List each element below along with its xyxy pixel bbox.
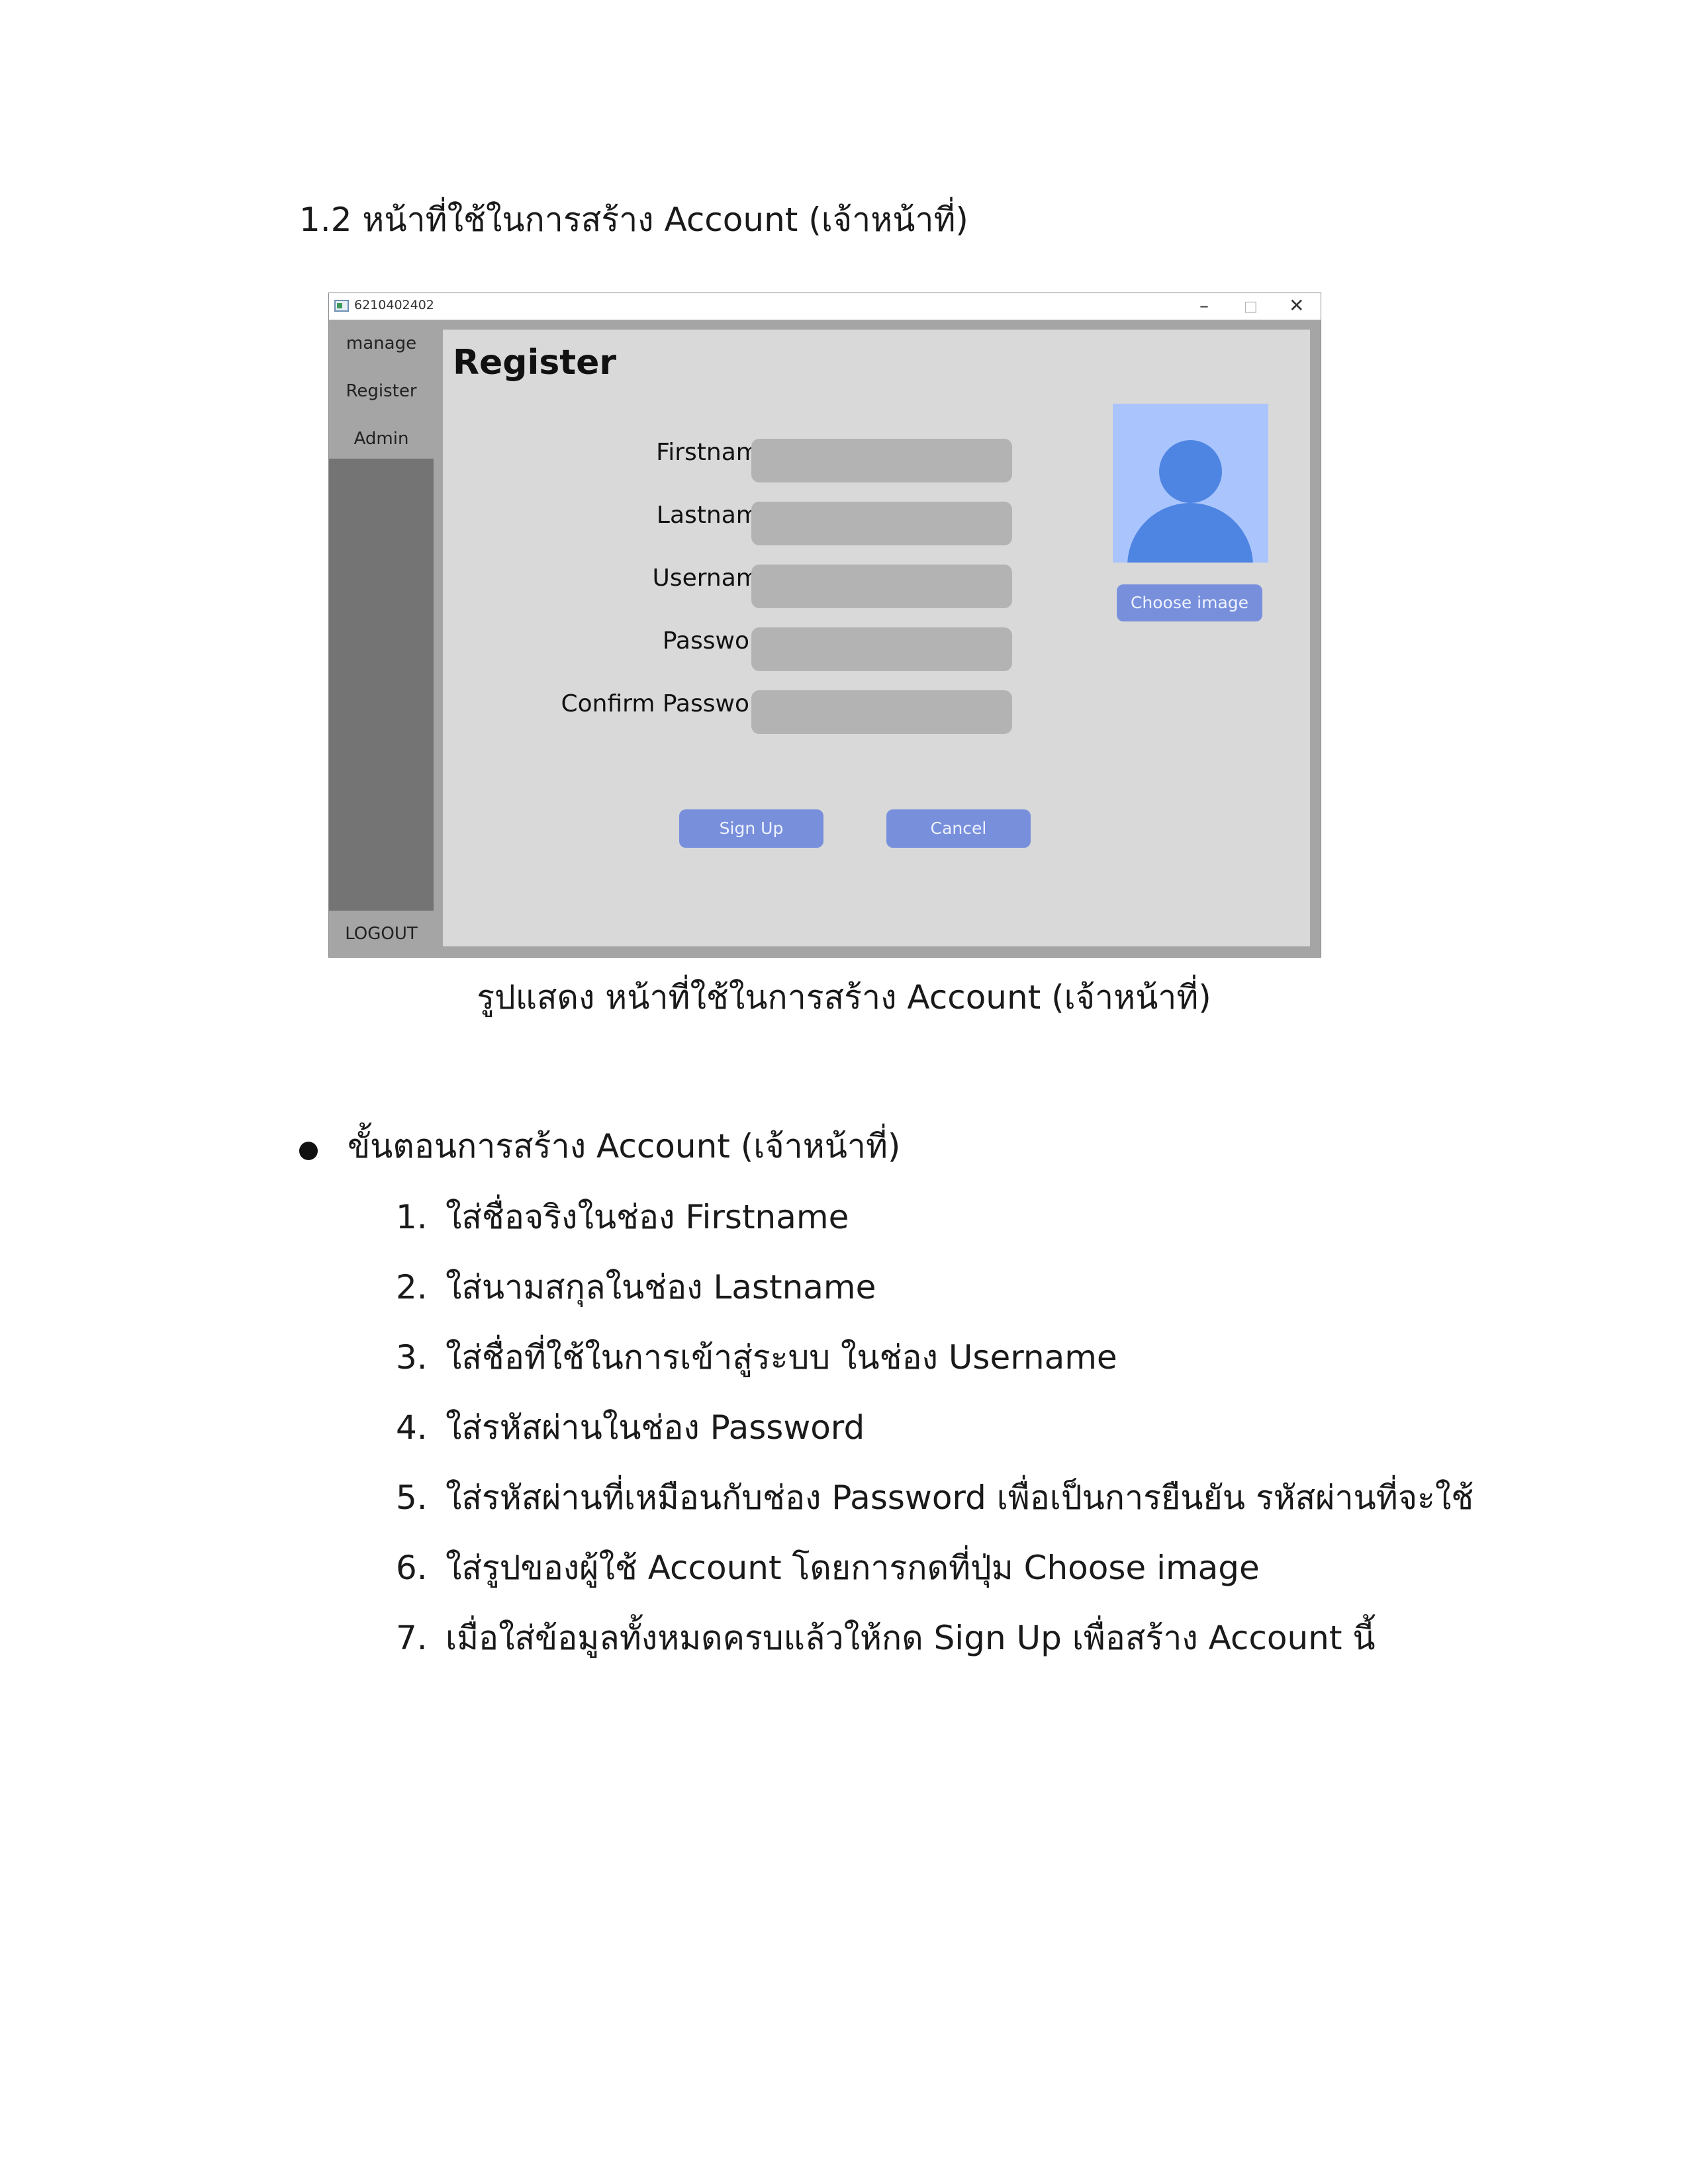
confirm-password-field[interactable] bbox=[751, 690, 1012, 734]
firstname-label: Firstname bbox=[656, 439, 774, 466]
avatar-body bbox=[1127, 503, 1253, 563]
password-label: Password bbox=[662, 627, 774, 655]
firstname-field[interactable] bbox=[751, 439, 1012, 482]
maximize-icon[interactable]: □ bbox=[1244, 297, 1258, 317]
step-number: 6. bbox=[396, 1549, 428, 1587]
step-item: 2. ใส่นามสกุลในช่อง Lastname bbox=[396, 1266, 876, 1309]
minimize-icon[interactable]: – bbox=[1199, 296, 1209, 316]
step-text: ใส่รหัสผ่านในช่อง Password bbox=[445, 1408, 865, 1447]
avatar-placeholder-icon bbox=[1113, 404, 1268, 563]
app-icon bbox=[334, 300, 349, 312]
step-text: เมื่อใส่ข้อมูลทั้งหมดครบแล้วให้กด Sign U… bbox=[445, 1619, 1376, 1657]
step-item: 4. ใส่รหัสผ่านในช่อง Password bbox=[396, 1406, 865, 1449]
window-title: 6210402402 bbox=[354, 298, 434, 312]
sidebar-item-manage[interactable]: manage bbox=[329, 320, 434, 367]
lastname-field[interactable] bbox=[751, 502, 1012, 545]
username-field[interactable] bbox=[751, 565, 1012, 608]
sidebar-nav: manage Register Admin bbox=[329, 320, 434, 459]
window-titlebar: 6210402402 – □ ✕ bbox=[329, 293, 1321, 320]
step-text: ใส่นามสกุลในช่อง Lastname bbox=[445, 1268, 876, 1306]
logout-button[interactable]: LOGOUT bbox=[329, 911, 434, 957]
sidebar: manage Register Admin LOGOUT bbox=[329, 320, 434, 957]
close-icon[interactable]: ✕ bbox=[1289, 296, 1304, 316]
register-title: Register bbox=[453, 343, 617, 383]
step-text: ใส่รูปของผู้ใช้ Account โดยการกดที่ปุ่ม … bbox=[445, 1549, 1260, 1587]
step-number: 3. bbox=[396, 1338, 428, 1377]
app-window-screenshot: 6210402402 – □ ✕ manage Register Admin L… bbox=[328, 293, 1321, 958]
figure-caption: รูปแสดง หน้าที่ใช้ในการสร้าง Account (เจ… bbox=[477, 978, 1211, 1017]
username-label: Username bbox=[652, 565, 774, 592]
sign-up-button[interactable]: Sign Up bbox=[679, 809, 823, 848]
step-number: 7. bbox=[396, 1619, 428, 1657]
step-number: 5. bbox=[396, 1479, 428, 1517]
section-heading: 1.2 หน้าที่ใช้ในการสร้าง Account (เจ้าหน… bbox=[299, 201, 968, 239]
step-item: 1. ใส่ชื่อจริงในช่อง Firstname bbox=[396, 1196, 849, 1239]
sidebar-item-admin[interactable]: Admin bbox=[329, 415, 434, 463]
steps-title: ขั้นตอนการสร้าง Account (เจ้าหน้าที่) bbox=[348, 1127, 901, 1165]
avatar-head bbox=[1159, 440, 1222, 503]
password-field[interactable] bbox=[751, 627, 1012, 671]
register-panel: Register Firstname Lastname Username Pas… bbox=[443, 330, 1310, 946]
step-text: ใส่ชื่อจริงในช่อง Firstname bbox=[445, 1198, 849, 1236]
step-item: 7. เมื่อใส่ข้อมูลทั้งหมดครบแล้วให้กด Sign… bbox=[396, 1617, 1376, 1660]
cancel-button[interactable]: Cancel bbox=[886, 809, 1031, 848]
step-number: 4. bbox=[396, 1408, 428, 1447]
choose-image-button[interactable]: Choose image bbox=[1117, 584, 1262, 621]
step-number: 1. bbox=[396, 1198, 428, 1236]
step-text: ใส่รหัสผ่านที่เหมือนกับช่อง Password เพื… bbox=[445, 1479, 1474, 1517]
step-number: 2. bbox=[396, 1268, 428, 1306]
bullet-icon bbox=[299, 1142, 318, 1160]
step-item: 6. ใส่รูปของผู้ใช้ Account โดยการกดที่ปุ่… bbox=[396, 1547, 1260, 1590]
lastname-label: Lastname bbox=[656, 502, 774, 529]
step-text: ใส่ชื่อที่ใช้ในการเข้าสู่ระบบ ในช่อง Use… bbox=[445, 1338, 1117, 1377]
confirm-password-label: Confirm Password bbox=[561, 690, 774, 717]
sidebar-item-register[interactable]: Register bbox=[329, 367, 434, 415]
step-item: 5. ใส่รหัสผ่านที่เหมือนกับช่อง Password เ… bbox=[396, 1477, 1474, 1520]
step-item: 3. ใส่ชื่อที่ใช้ในการเข้าสู่ระบบ ในช่อง U… bbox=[396, 1336, 1117, 1379]
